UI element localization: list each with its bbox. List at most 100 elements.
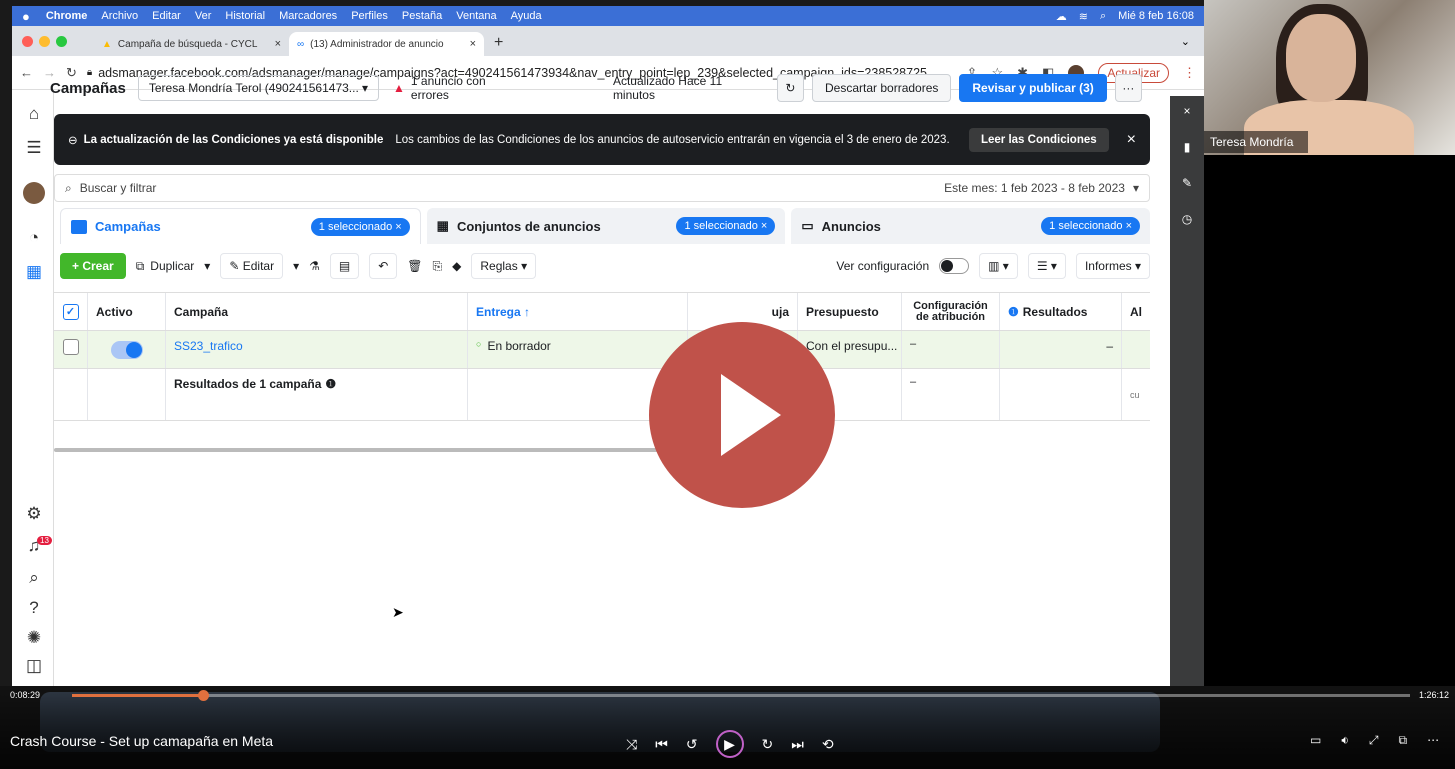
menubar-app-name[interactable]: Chrome xyxy=(46,10,88,22)
pencil-icon[interactable]: ✎ xyxy=(1179,176,1195,192)
tab-campaigns[interactable]: Campañas 1 seleccionado × xyxy=(60,208,421,244)
menu-icon[interactable]: ☰ xyxy=(24,138,44,158)
back-icon[interactable]: ← xyxy=(20,65,33,80)
bug-icon[interactable]: ✺ xyxy=(24,628,44,648)
breakdown-button[interactable]: ☰ ▾ xyxy=(1027,253,1066,279)
fullscreen-icon[interactable]: ⤢ xyxy=(1369,733,1379,748)
undo-icon[interactable]: ↶ xyxy=(369,253,398,279)
repeat-icon[interactable]: ⟲ xyxy=(822,736,834,753)
video-play-button[interactable]: ▶ xyxy=(715,730,744,758)
close-window-icon[interactable] xyxy=(22,36,33,47)
more-options-button[interactable]: ··· xyxy=(1114,74,1142,102)
search-icon[interactable]: ⌕ xyxy=(24,568,44,588)
panel-toggle-icon[interactable]: ◫ xyxy=(24,656,44,676)
col-campaign[interactable]: Campaña xyxy=(166,293,468,330)
tag-icon[interactable]: ◆ xyxy=(452,259,461,273)
col-delivery[interactable]: Entrega ↑ xyxy=(468,293,688,330)
previous-icon[interactable]: ⏮ xyxy=(655,736,668,753)
col-attribution[interactable]: Configuración de atribución xyxy=(902,293,1000,330)
create-button[interactable]: + Crear xyxy=(60,253,126,279)
flask-icon[interactable]: ⚗ xyxy=(309,259,320,273)
speedometer-icon[interactable]: ◔ xyxy=(24,228,44,248)
account-selector[interactable]: Teresa Mondría Terol (490241561473... ▾ xyxy=(137,75,380,101)
clipboard-icon[interactable]: ▤ xyxy=(329,253,360,279)
selection-chip[interactable]: 1 seleccionado × xyxy=(310,217,410,236)
video-progress-bar[interactable] xyxy=(72,690,1410,701)
chevron-down-icon[interactable]: ⌄ xyxy=(1181,35,1190,48)
play-icon[interactable] xyxy=(649,322,835,508)
miniplayer-icon[interactable]: ⧉ xyxy=(1399,733,1408,748)
rules-button[interactable]: Reglas ▾ xyxy=(471,253,537,279)
discard-drafts-button[interactable]: Descartar borradores xyxy=(812,74,952,102)
home-icon[interactable]: ⌂ xyxy=(24,104,44,124)
clock-icon[interactable]: ◷ xyxy=(1179,212,1195,228)
date-range-picker[interactable]: Este mes: 1 feb 2023 - 8 feb 2023 ▾ xyxy=(944,181,1139,195)
row-checkbox[interactable] xyxy=(62,339,79,355)
read-terms-button[interactable]: Leer las Condiciones xyxy=(968,127,1109,152)
active-toggle[interactable] xyxy=(110,341,143,359)
menubar-item-editar[interactable]: Editar xyxy=(152,10,181,22)
close-tab-icon[interactable]: × xyxy=(470,38,476,50)
avatar[interactable] xyxy=(23,182,45,204)
view-config-toggle[interactable] xyxy=(939,258,970,274)
cloud-icon[interactable]: ☁ xyxy=(1056,10,1067,23)
more-menu-icon[interactable]: ⋮ xyxy=(1183,65,1196,81)
selection-chip[interactable]: 1 seleccionado × xyxy=(1041,217,1141,235)
review-publish-button[interactable]: Revisar y publicar (3) xyxy=(959,74,1107,102)
menubar-item-marcadores[interactable]: Marcadores xyxy=(279,10,337,22)
selection-chip[interactable]: 1 seleccionado × xyxy=(676,217,776,235)
more-icon[interactable]: ⋯ xyxy=(1427,733,1439,748)
table-row[interactable]: SS23_trafico ○ En borrador Con el presupu… xyxy=(54,331,1150,369)
chart-icon[interactable]: ▮ xyxy=(1179,140,1195,156)
menubar-item-ayuda[interactable]: Ayuda xyxy=(511,10,542,22)
minimize-window-icon[interactable] xyxy=(39,36,50,47)
menubar-item-pestana[interactable]: Pestaña xyxy=(402,10,442,22)
select-all-checkbox[interactable]: ✓ xyxy=(62,303,79,320)
trash-icon[interactable]: 🗑︎ xyxy=(407,259,422,273)
menubar-item-perfiles[interactable]: Perfiles xyxy=(351,10,388,22)
columns-button[interactable]: ▥ ▾ xyxy=(979,253,1018,279)
next-icon[interactable]: ⏭ xyxy=(791,736,804,753)
menubar-item-historial[interactable]: Historial xyxy=(225,10,265,22)
refresh-button[interactable]: ↻ xyxy=(776,74,804,102)
edit-button[interactable]: ✎ Editar xyxy=(220,253,284,279)
maximize-window-icon[interactable] xyxy=(56,36,67,47)
menubar-datetime[interactable]: Mié 8 feb 16:08 xyxy=(1118,10,1194,22)
horizontal-scrollbar[interactable] xyxy=(54,448,674,452)
close-icon[interactable]: × xyxy=(1179,104,1195,120)
close-tab-icon[interactable]: × xyxy=(275,38,281,50)
preview-icon[interactable]: ⎘ xyxy=(433,259,443,274)
menubar-item-ver[interactable]: Ver xyxy=(195,10,212,22)
col-budget[interactable]: Presupuesto xyxy=(798,293,902,330)
campaign-name-link[interactable]: SS23_trafico xyxy=(166,331,468,368)
browser-tab-ads-manager[interactable]: ∞ (13) Administrador de anuncio × xyxy=(289,32,484,56)
gear-icon[interactable]: ⚙ xyxy=(24,504,44,524)
wifi-icon[interactable]: ≋ xyxy=(1079,10,1088,23)
edit-dropdown[interactable]: ▾ xyxy=(293,259,299,273)
help-icon[interactable]: ? xyxy=(24,598,44,618)
menubar-item-archivo[interactable]: Archivo xyxy=(101,10,138,22)
shuffle-icon[interactable]: ⤨ xyxy=(626,736,637,753)
search-filter-bar[interactable]: ⌕ Buscar y filtrar Este mes: 1 feb 2023 … xyxy=(54,174,1150,202)
reports-button[interactable]: Informes ▾ xyxy=(1075,253,1150,279)
rewind-icon[interactable]: ↺ xyxy=(686,736,698,753)
tab-ad-sets[interactable]: ▦ Conjuntos de anuncios 1 seleccionado × xyxy=(426,208,786,244)
tab-ads[interactable]: ▭ Anuncios 1 seleccionado × xyxy=(791,208,1151,244)
captions-icon[interactable]: ▭ xyxy=(1310,733,1321,748)
apple-menu-icon[interactable]: ● xyxy=(22,9,30,24)
browser-tab-google-ads[interactable]: ▲ Campaña de búsqueda - CYCL × xyxy=(94,32,289,56)
search-icon[interactable]: ⌕ xyxy=(1100,10,1106,23)
col-active[interactable]: Activo xyxy=(88,293,166,330)
error-notice[interactable]: ▲ 1 anuncio con errores xyxy=(393,74,523,102)
menubar-item-ventana[interactable]: Ventana xyxy=(456,10,496,22)
duplicate-dropdown[interactable]: ▾ xyxy=(204,259,210,273)
table-icon[interactable]: ▦ xyxy=(24,262,44,282)
info-icon[interactable]: ❶ xyxy=(325,377,336,391)
volume-icon[interactable]: 🔉︎ xyxy=(1341,733,1349,748)
col-results[interactable]: ❶ Resultados xyxy=(1000,293,1122,330)
close-icon[interactable]: × xyxy=(1127,131,1136,149)
col-more[interactable]: Al xyxy=(1122,293,1150,330)
new-tab-button[interactable]: + xyxy=(484,34,513,56)
search-input[interactable]: Buscar y filtrar xyxy=(80,181,157,195)
forward-icon[interactable]: ↻ xyxy=(762,736,774,753)
